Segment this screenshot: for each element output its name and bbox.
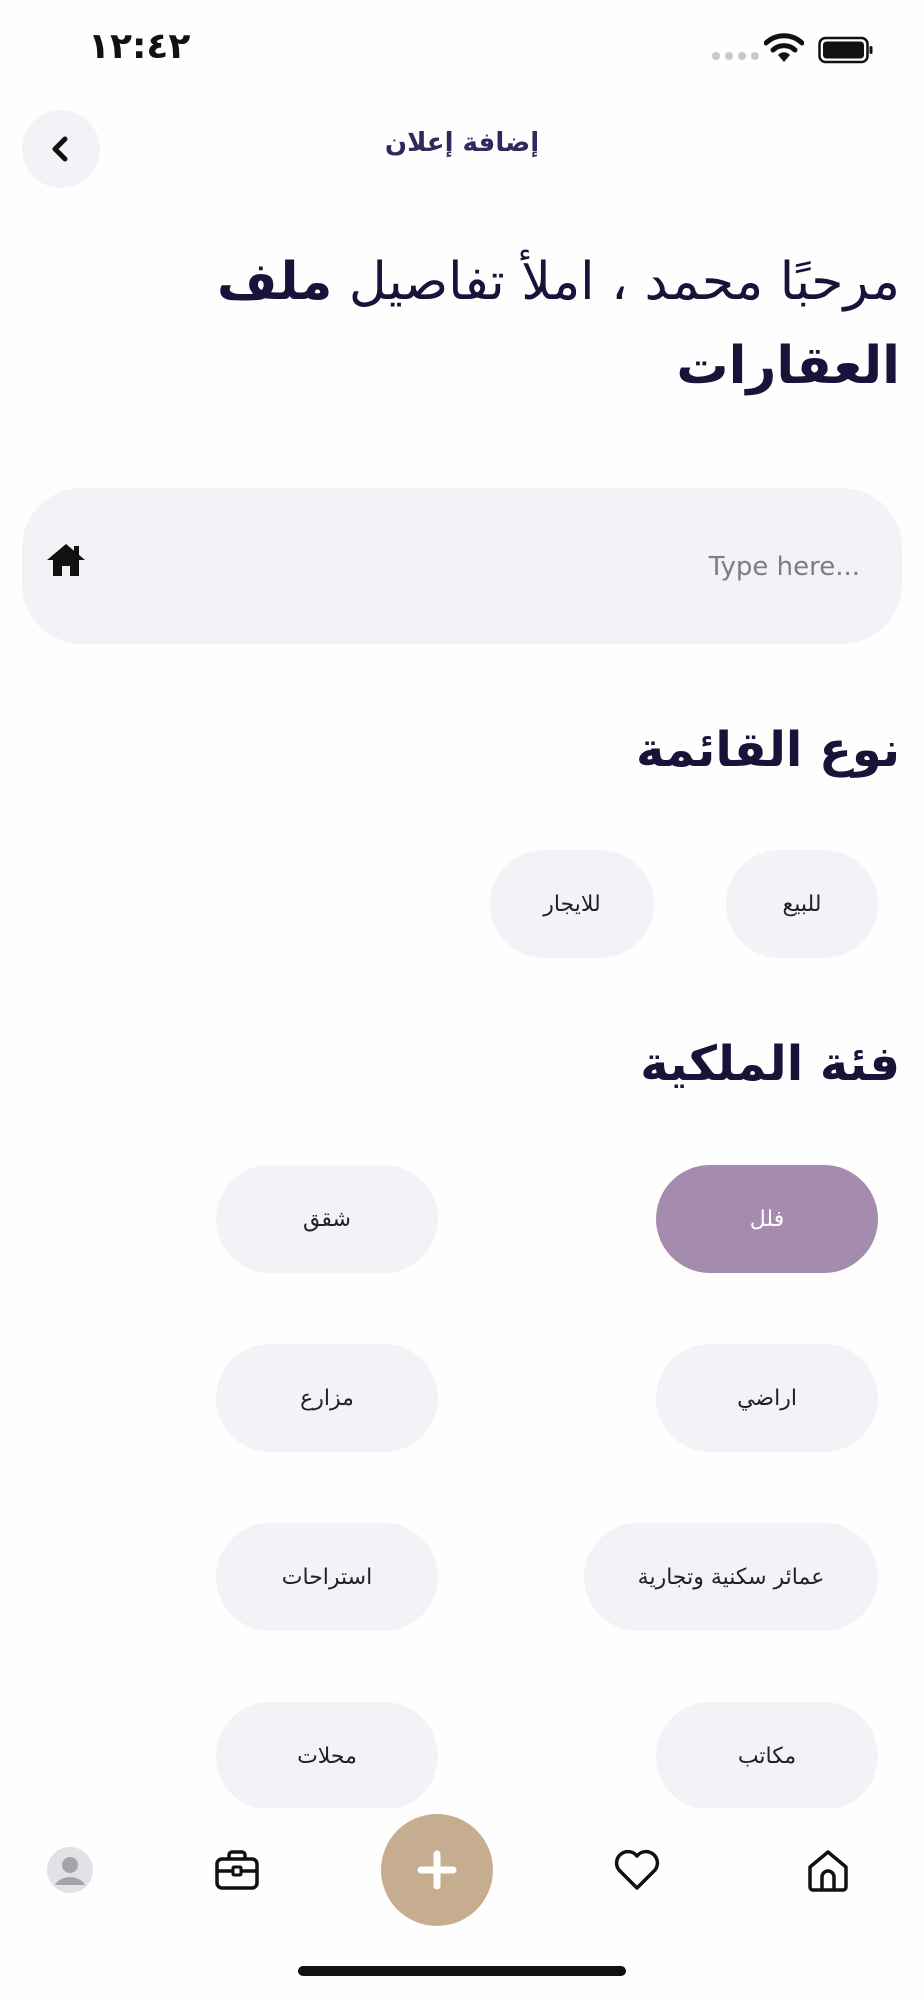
- heart-icon: [614, 1849, 660, 1890]
- bottom-nav: [0, 1808, 924, 1928]
- chip-shops[interactable]: محلات: [216, 1702, 438, 1810]
- greeting-heading: مرحبًا محمد ، املأ تفاصيل ملف العقارات: [100, 240, 900, 408]
- chip-buildings[interactable]: عمائر سكنية وتجارية: [584, 1523, 878, 1631]
- nav-home[interactable]: [798, 1840, 858, 1900]
- chip-for-sale[interactable]: للبيع: [726, 850, 878, 958]
- status-time: ١٢:٤٢: [88, 26, 191, 67]
- nav-profile[interactable]: [40, 1840, 100, 1900]
- nav-favorites[interactable]: [607, 1840, 667, 1900]
- back-button[interactable]: [22, 110, 100, 188]
- chevron-left-icon: [52, 136, 68, 162]
- chip-farms[interactable]: مزارع: [216, 1344, 438, 1452]
- chip-offices[interactable]: مكاتب: [656, 1702, 878, 1810]
- home-icon: [808, 1850, 848, 1892]
- listing-type-title: نوع القائمة: [636, 722, 900, 778]
- nav-briefcase[interactable]: [207, 1840, 267, 1900]
- chip-for-rent[interactable]: للايجار: [490, 850, 654, 958]
- briefcase-icon: [215, 1850, 259, 1890]
- wifi-icon: [764, 33, 804, 62]
- battery-icon: [818, 36, 873, 64]
- page-title: إضافة إعلان: [384, 128, 540, 158]
- chip-rest-houses[interactable]: استراحات: [216, 1523, 438, 1631]
- chip-lands[interactable]: اراضي: [656, 1344, 878, 1452]
- search-input[interactable]: [132, 538, 862, 596]
- chip-villas[interactable]: فلل: [656, 1165, 878, 1273]
- plus-icon: [417, 1850, 457, 1890]
- home-indicator: [298, 1966, 626, 1976]
- property-category-title: فئة الملكية: [640, 1036, 900, 1092]
- home-icon: [47, 544, 85, 576]
- signal-icon: [712, 52, 759, 60]
- search-field[interactable]: [22, 488, 902, 644]
- avatar: [47, 1847, 93, 1893]
- add-listing-button[interactable]: [381, 1814, 493, 1926]
- greeting-text: مرحبًا محمد ، املأ تفاصيل: [332, 252, 900, 312]
- chip-apartments[interactable]: شقق: [216, 1165, 438, 1273]
